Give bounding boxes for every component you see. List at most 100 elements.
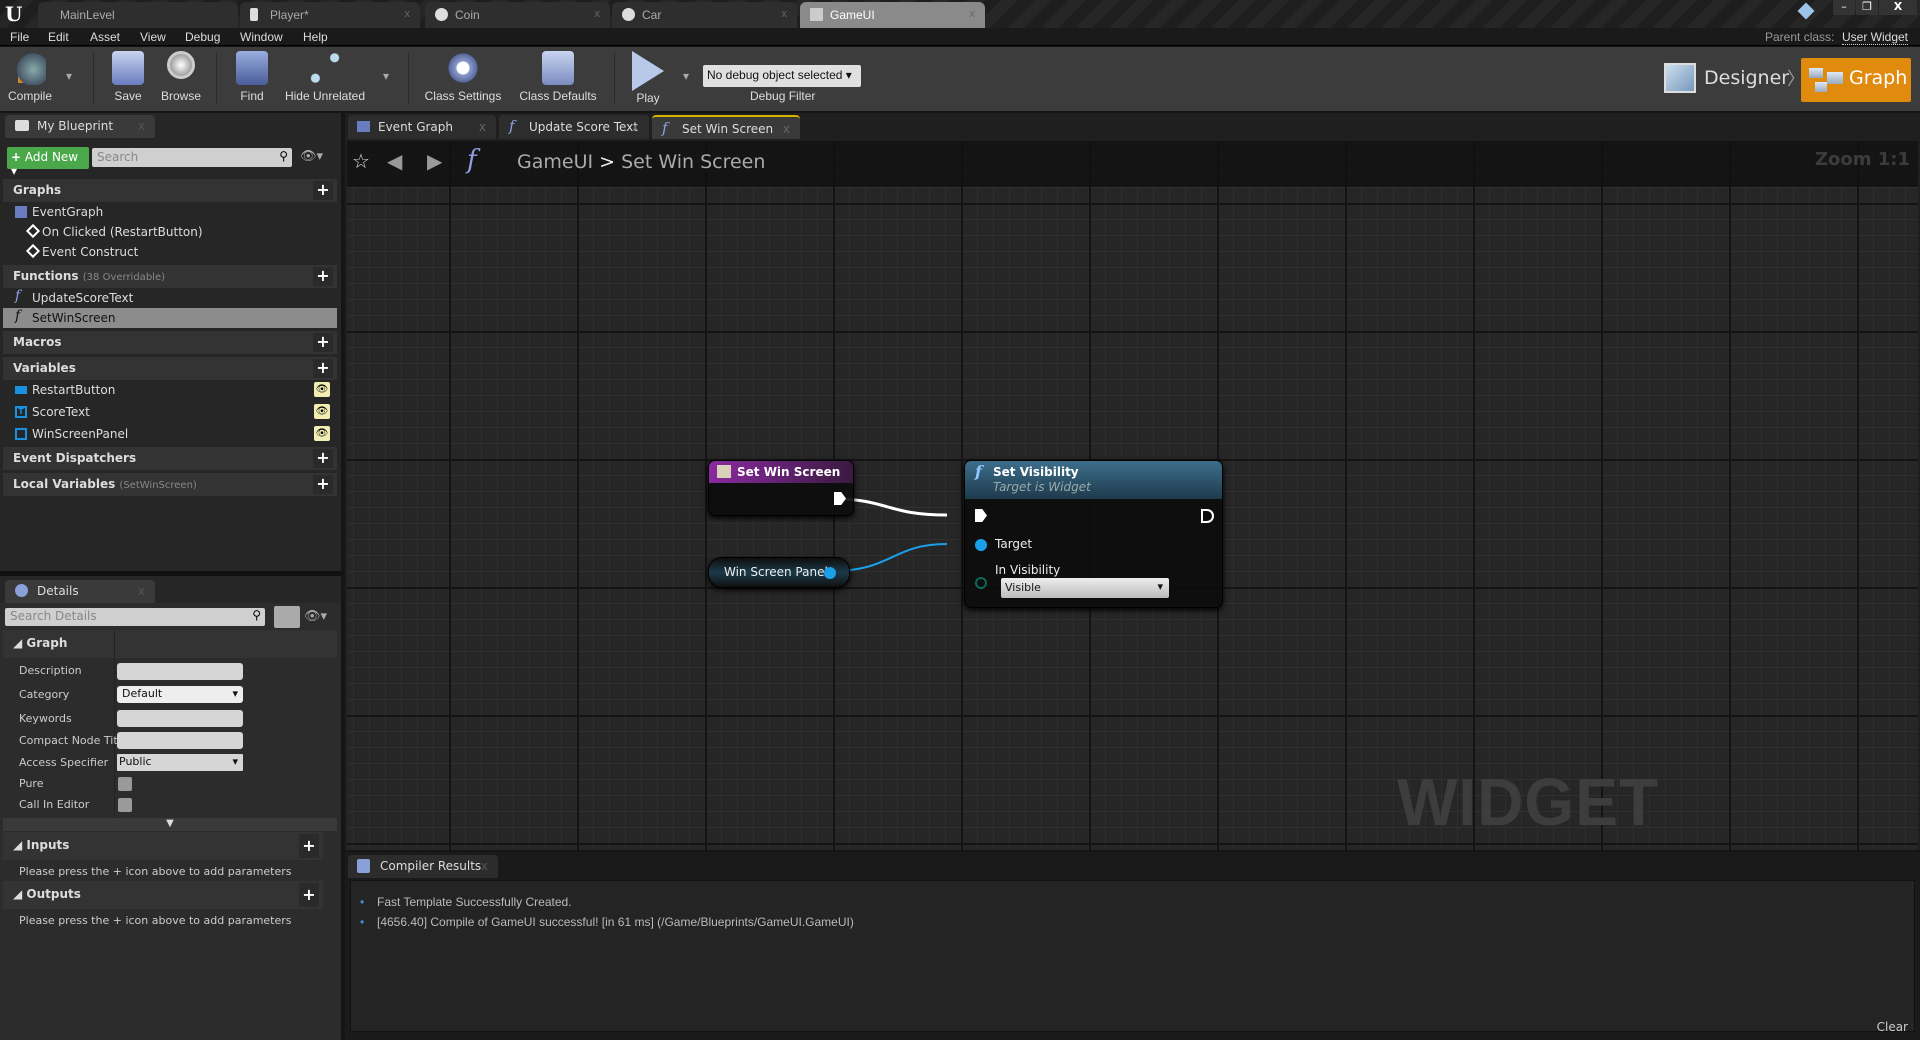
hide-unrelated-dropdown[interactable]: ▾ [383,69,389,83]
access-specifier-combo[interactable]: Public ▾ [117,754,243,771]
clear-button[interactable]: Clear [1877,1020,1908,1034]
graph-mode-button[interactable]: Graph [1801,58,1911,102]
menu-window[interactable]: Window [240,30,283,44]
minimize-button[interactable]: – [1833,0,1855,15]
graph-canvas[interactable]: ☆ ◀ ▶ f GameUI > Set Win Screen Zoom 1:1… [347,141,1918,850]
add-graph-button[interactable]: + [313,181,333,200]
menu-debug[interactable]: Debug [185,30,220,44]
menu-edit[interactable]: Edit [48,30,69,44]
doc-tab-coin[interactable]: Coin x [425,2,610,28]
pure-checkbox[interactable] [118,777,132,791]
visibility-filter-icon[interactable]: 👁▾ [304,609,327,624]
tab-set-win-screen[interactable]: f Set Win Screen x [652,115,800,139]
close-icon[interactable]: x [632,120,639,134]
description-input[interactable] [117,663,243,680]
class-defaults-button[interactable]: Class Defaults [516,51,600,103]
in-visibility-pin[interactable] [975,577,987,589]
close-icon[interactable]: x [138,584,145,598]
variable-item-restartbutton[interactable]: RestartButton 👁 [3,380,337,400]
section-variables[interactable]: Variables + [3,357,337,380]
object-out-pin[interactable] [824,567,836,579]
browse-button[interactable]: Browse [158,51,204,103]
menu-asset[interactable]: Asset [90,30,120,44]
section-local-variables[interactable]: Local Variables (SetWinScreen) + [3,473,337,496]
function-item-setwinscreen[interactable]: f SetWinScreen [3,308,337,328]
exec-out-pin[interactable] [834,492,846,505]
find-button[interactable]: Find [230,51,274,103]
doc-tab-car[interactable]: Car x [612,2,797,28]
node-set-visibility[interactable]: f Set Visibility Target is Widget Target … [964,460,1223,608]
details-section-graph[interactable]: ◢ Graph [3,630,337,658]
add-variable-button[interactable]: + [313,359,333,378]
add-input-button[interactable]: + [299,834,319,858]
call-in-editor-checkbox[interactable] [118,798,132,812]
keywords-input[interactable] [117,710,243,727]
details-tab[interactable]: Details x [5,580,155,603]
close-icon[interactable]: x [970,8,976,20]
node-win-screen-panel-getter[interactable]: Win Screen Panel [708,557,850,588]
category-combo[interactable]: Default ▾ [117,686,243,703]
exec-out-pin[interactable] [1201,509,1214,523]
parent-class-link[interactable]: User Widget [1842,30,1909,45]
close-window-button[interactable]: X [1879,0,1917,15]
details-section-outputs[interactable]: ◢ Outputs + [3,881,323,909]
graph-item-on-clicked[interactable]: On Clicked (RestartButton) [3,222,337,242]
compiler-results-tab[interactable]: Compiler Results x [348,855,498,878]
save-button[interactable]: Save [108,51,148,103]
menu-help[interactable]: Help [303,30,328,44]
close-icon[interactable]: x [405,8,411,20]
tab-event-graph[interactable]: Event Graph x [348,115,496,139]
doc-tab-player[interactable]: Player* x [240,2,420,28]
close-icon[interactable]: x [782,8,788,20]
close-icon[interactable]: x [481,859,488,873]
visibility-eye-icon[interactable]: 👁 [314,426,330,441]
add-event-dispatcher-button[interactable]: + [313,449,333,468]
compact-node-title-input[interactable] [117,732,243,749]
section-graphs[interactable]: Graphs + [3,179,337,202]
doc-tab-gameui[interactable]: GameUI x [800,2,985,28]
details-section-inputs[interactable]: ◢ Inputs + [3,832,323,860]
class-settings-button[interactable]: Class Settings [422,51,504,103]
menu-view[interactable]: View [140,30,166,44]
section-macros[interactable]: Macros + [3,331,337,354]
close-icon[interactable]: x [783,122,790,136]
debug-object-select[interactable]: No debug object selected ▾ [703,65,861,87]
exec-in-pin[interactable] [975,509,987,522]
section-functions[interactable]: Functions (38 Overridable) + [3,265,337,288]
node-set-win-screen-entry[interactable]: Set Win Screen [708,460,854,516]
play-options-dropdown[interactable]: ▾ [683,69,689,83]
tab-update-score-text[interactable]: f Update Score Text x [499,115,649,139]
visibility-eye-icon[interactable]: 👁 [314,404,330,419]
feedback-icon[interactable] [1797,2,1815,20]
add-output-button[interactable]: + [299,883,319,907]
compile-options-dropdown[interactable]: ▾ [66,69,72,83]
hide-unrelated-button[interactable]: Hide Unrelated [284,51,366,103]
visibility-select[interactable]: Visible ▾ [1001,578,1169,598]
close-icon[interactable]: x [595,8,601,20]
close-icon[interactable]: x [138,119,145,133]
menu-file[interactable]: File [10,30,29,44]
my-blueprint-tab[interactable]: My Blueprint x [5,115,155,138]
compile-button[interactable]: Compile [6,51,54,103]
panel-splitter[interactable] [0,571,341,576]
visibility-filter-icon[interactable]: 👁▾ [300,149,323,164]
advanced-expand-button[interactable]: ▼ [3,818,337,831]
maximize-button[interactable]: ❐ [1856,0,1878,15]
variable-item-scoretext[interactable]: T ScoreText 👁 [3,402,337,422]
target-pin[interactable] [975,539,987,551]
designer-mode-button[interactable]: Designer [1660,59,1789,97]
blueprint-search-input[interactable]: Search ⚲ [92,148,292,167]
doc-tab-mainlevel[interactable]: MainLevel [38,2,238,28]
section-event-dispatchers[interactable]: Event Dispatchers + [3,447,337,470]
add-macro-button[interactable]: + [313,333,333,352]
add-local-variable-button[interactable]: + [313,475,333,494]
graph-item-eventgraph[interactable]: EventGraph [3,202,337,222]
visibility-eye-icon[interactable]: 👁 [314,382,330,397]
variable-item-winscreenpanel[interactable]: WinScreenPanel 👁 [3,424,337,444]
add-function-button[interactable]: + [313,267,333,286]
play-button[interactable]: Play [628,51,668,105]
function-item-updatescoretext[interactable]: f UpdateScoreText [3,288,337,308]
close-icon[interactable]: x [479,120,486,134]
details-search-input[interactable]: Search Details ⚲ [5,608,265,626]
add-new-button[interactable]: + Add New ▾ [7,147,89,178]
